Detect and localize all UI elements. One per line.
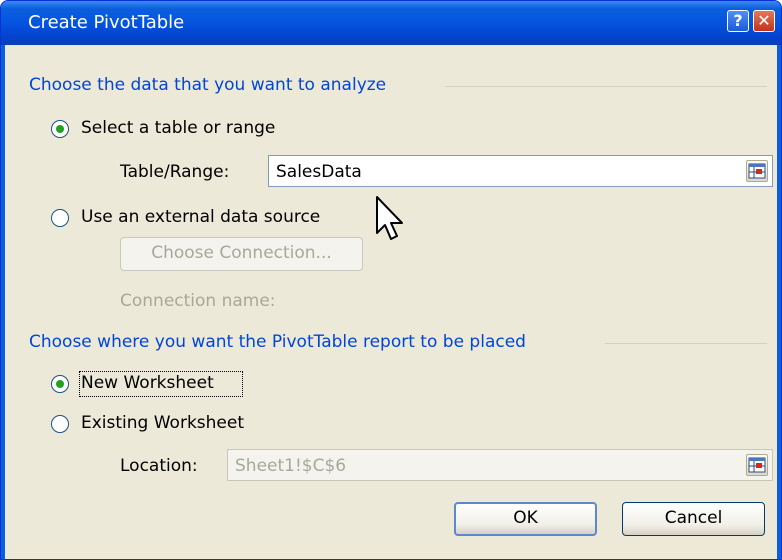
location-label: Location: <box>120 456 198 476</box>
mouse-cursor-icon <box>375 195 405 247</box>
range-selector-icon[interactable] <box>746 160 768 182</box>
range-selector-icon[interactable] <box>746 454 768 476</box>
location-input: Sheet1!$C$6 <box>227 449 773 481</box>
placement-section-heading: Choose where you want the PivotTable rep… <box>29 332 526 352</box>
close-icon[interactable]: ✕ <box>753 10 775 32</box>
help-icon[interactable]: ? <box>727 10 749 32</box>
ok-button[interactable]: OK <box>454 502 597 536</box>
location-value: Sheet1!$C$6 <box>235 456 347 476</box>
radio-new-worksheet[interactable] <box>51 375 69 393</box>
option-external-source-label[interactable]: Use an external data source <box>81 207 320 227</box>
option-existing-worksheet-label[interactable]: Existing Worksheet <box>81 413 244 433</box>
radio-external-source[interactable] <box>51 209 69 227</box>
cancel-button[interactable]: Cancel <box>622 502 765 536</box>
divider <box>445 86 767 87</box>
dialog-title: Create PivotTable <box>28 12 185 33</box>
table-range-input[interactable]: SalesData <box>268 155 773 187</box>
connection-name-label: Connection name: <box>120 291 276 311</box>
table-range-label: Table/Range: <box>120 162 230 182</box>
title-bar[interactable]: Create PivotTable ? ✕ <box>1 1 781 45</box>
radio-existing-worksheet[interactable] <box>51 415 69 433</box>
divider <box>605 343 767 344</box>
create-pivottable-dialog: Create PivotTable ? ✕ Choose the data th… <box>0 0 782 560</box>
table-range-value: SalesData <box>276 162 362 182</box>
data-section-heading: Choose the data that you want to analyze <box>29 75 387 95</box>
radio-select-table[interactable] <box>51 120 69 138</box>
option-select-table-label[interactable]: Select a table or range <box>81 118 275 138</box>
option-new-worksheet-label[interactable]: New Worksheet <box>81 373 214 393</box>
choose-connection-button: Choose Connection... <box>120 237 363 271</box>
dialog-body: Choose the data that you want to analyze… <box>5 45 777 559</box>
